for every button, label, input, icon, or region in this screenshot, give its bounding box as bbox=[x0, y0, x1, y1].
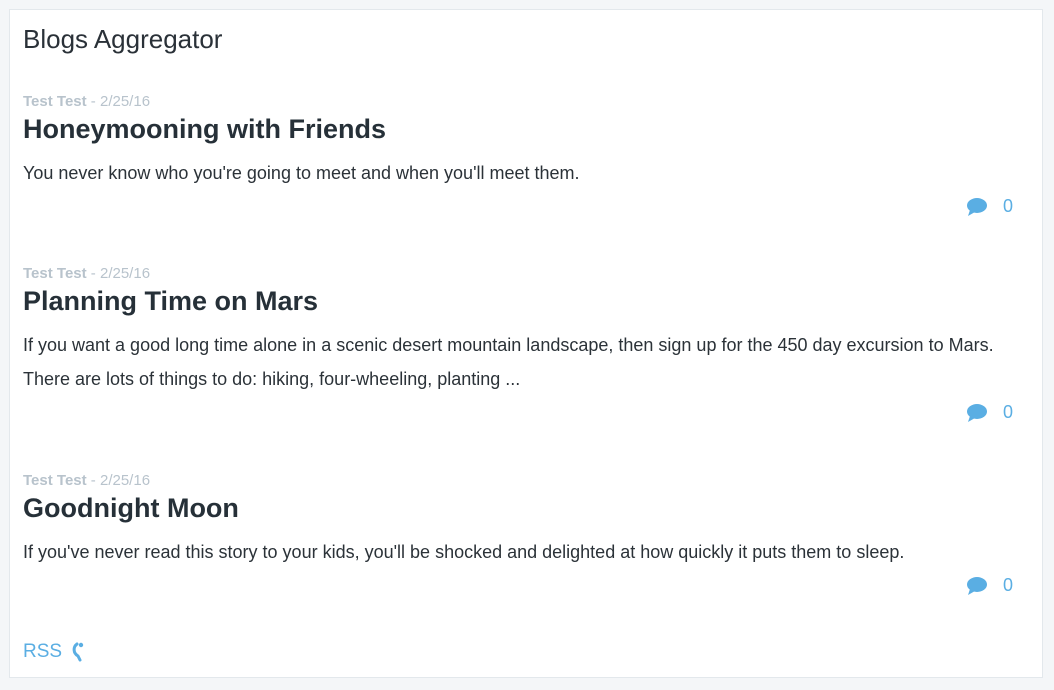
comments-link[interactable]: 0 bbox=[966, 402, 1013, 423]
post-author[interactable]: Test Test bbox=[23, 472, 87, 489]
post-title[interactable]: Honeymooning with Friends bbox=[23, 112, 1033, 146]
post-date: 2/25/16 bbox=[99, 265, 151, 282]
post-footer: 0 bbox=[23, 402, 1033, 426]
post-meta: Test Test - 2/25/16 bbox=[23, 264, 1033, 284]
post-meta: Test Test - 2/25/16 bbox=[23, 471, 1033, 491]
blog-post: Test Test - 2/25/16 Honeymooning with Fr… bbox=[23, 92, 1033, 220]
rss-feed-icon bbox=[72, 642, 84, 662]
post-footer: 0 bbox=[23, 196, 1033, 220]
comment-bubble-icon bbox=[966, 403, 987, 422]
meta-separator: - bbox=[86, 93, 100, 110]
post-excerpt: If you've never read this story to your … bbox=[23, 542, 905, 562]
post-author[interactable]: Test Test bbox=[23, 93, 87, 110]
meta-separator: - bbox=[86, 265, 100, 282]
rss-label: RSS bbox=[23, 641, 63, 662]
rss-link[interactable]: RSS bbox=[23, 640, 86, 664]
post-title[interactable]: Planning Time on Mars bbox=[23, 284, 1033, 318]
post-author[interactable]: Test Test bbox=[23, 265, 87, 282]
comment-bubble-icon bbox=[966, 197, 987, 216]
post-title[interactable]: Goodnight Moon bbox=[23, 491, 1033, 525]
comments-link[interactable]: 0 bbox=[966, 196, 1013, 217]
comment-bubble-icon bbox=[966, 576, 987, 595]
post-excerpt: You never know who you're going to meet … bbox=[23, 163, 580, 183]
post-date: 2/25/16 bbox=[99, 472, 151, 489]
comment-count: 0 bbox=[1002, 575, 1013, 595]
comment-count: 0 bbox=[1002, 196, 1013, 216]
post-footer: 0 bbox=[23, 575, 1033, 599]
post-excerpt: If you want a good long time alone in a … bbox=[23, 335, 994, 389]
blog-post: Test Test - 2/25/16 Planning Time on Mar… bbox=[23, 264, 1033, 426]
post-meta: Test Test - 2/25/16 bbox=[23, 92, 1033, 112]
panel-title: Blogs Aggregator bbox=[23, 24, 223, 54]
blog-post: Test Test - 2/25/16 Goodnight Moon If yo… bbox=[23, 471, 1033, 599]
blogs-panel: Blogs Aggregator Test Test - 2/25/16 Hon… bbox=[9, 9, 1043, 678]
comment-count: 0 bbox=[1002, 402, 1013, 422]
comments-link[interactable]: 0 bbox=[966, 575, 1013, 596]
meta-separator: - bbox=[86, 472, 100, 489]
post-date: 2/25/16 bbox=[99, 93, 151, 110]
